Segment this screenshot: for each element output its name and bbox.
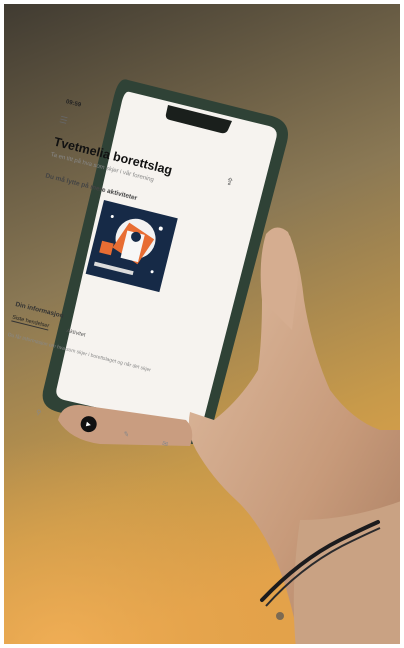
menu-icon[interactable]: ☰ [58,114,68,127]
share-icon[interactable]: ⇪ [224,176,235,189]
play-icon[interactable]: ▶ [78,414,99,434]
photo-scene: 09:59 ☰ ⇪ Tvetmelia borettslag Ta en tit… [0,0,404,648]
status-bar-time: 09:59 [65,99,82,109]
arm [293,500,404,648]
message-icon[interactable]: ✉ [161,440,169,449]
search-icon[interactable]: ⚲ [35,408,42,417]
tab-recent-events[interactable]: Siste hendelser [11,314,50,331]
section-description: Du får informasjon om hva som skjer i bo… [7,332,152,374]
follow-prompt: Du må lytte på mere aktiviteter [44,172,138,203]
tab-activity[interactable]: Aktivitet [66,328,86,338]
pencil-icon[interactable]: ✎ [122,430,130,439]
